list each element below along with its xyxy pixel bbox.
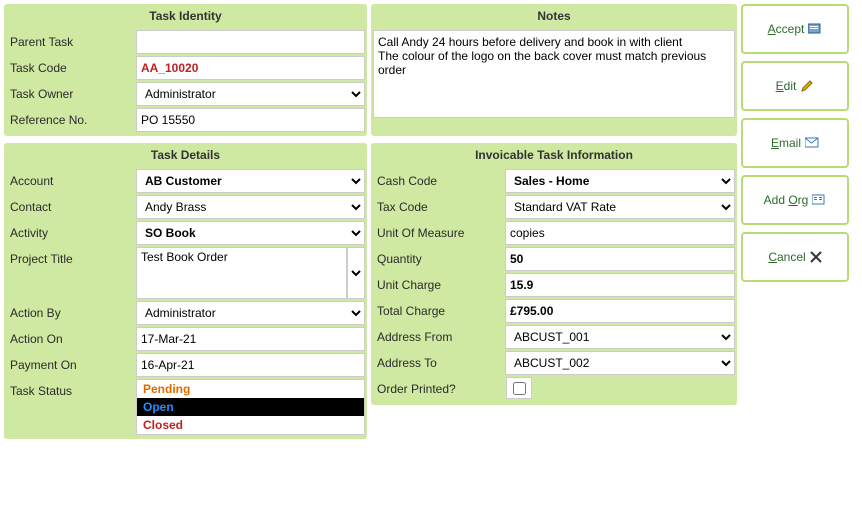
panel-title: Task Details	[4, 143, 367, 167]
task-status-list[interactable]: Pending Open Closed	[136, 379, 365, 435]
tax-code-select[interactable]: Standard VAT Rate	[505, 195, 735, 219]
action-sidebar: Accept Edit Email Add Org Cancel	[741, 4, 849, 282]
task-code-input[interactable]	[136, 56, 365, 80]
parent-task-input[interactable]	[136, 30, 365, 54]
action-by-select[interactable]: Administrator	[136, 301, 365, 325]
mail-icon	[805, 137, 819, 149]
reference-no-input[interactable]	[136, 108, 365, 132]
unit-charge-label: Unit Charge	[373, 273, 505, 297]
add-org-button[interactable]: Add Org	[741, 175, 849, 225]
notes-textarea[interactable]	[373, 30, 735, 118]
contact-label: Contact	[6, 195, 136, 219]
panel-title: Notes	[371, 4, 737, 28]
task-owner-label: Task Owner	[6, 82, 136, 106]
panel-task-details: Task Details Account AB Customer Contact…	[4, 143, 367, 439]
total-charge-input[interactable]	[505, 299, 735, 323]
accept-button[interactable]: Accept	[741, 4, 849, 54]
pencil-icon	[800, 79, 814, 93]
account-label: Account	[6, 169, 136, 193]
contact-select[interactable]: Andy Brass	[136, 195, 365, 219]
address-to-select[interactable]: ABCUST_002	[505, 351, 735, 375]
action-on-label: Action On	[6, 327, 136, 351]
accept-icon	[808, 23, 822, 35]
email-button[interactable]: Email	[741, 118, 849, 168]
tax-code-label: Tax Code	[373, 195, 505, 219]
main-form: Task Identity Parent Task Task Code Task…	[4, 4, 737, 446]
quantity-input[interactable]	[505, 247, 735, 271]
task-status-option-open[interactable]: Open	[136, 398, 365, 416]
order-printed-checkbox[interactable]	[513, 382, 526, 395]
task-code-label: Task Code	[6, 56, 136, 80]
cancel-button[interactable]: Cancel	[741, 232, 849, 282]
address-to-label: Address To	[373, 351, 505, 375]
action-on-input[interactable]	[136, 327, 365, 351]
address-from-select[interactable]: ABCUST_001	[505, 325, 735, 349]
address-from-label: Address From	[373, 325, 505, 349]
panel-title: Task Identity	[4, 4, 367, 28]
task-status-option-pending[interactable]: Pending	[136, 379, 365, 398]
panel-notes: Notes	[371, 4, 737, 136]
activity-select[interactable]: SO Book	[136, 221, 365, 245]
payment-on-input[interactable]	[136, 353, 365, 377]
action-by-label: Action By	[6, 301, 136, 325]
panel-invoicable: Invoicable Task Information Cash Code Sa…	[371, 143, 737, 405]
parent-task-label: Parent Task	[6, 30, 136, 54]
account-select[interactable]: AB Customer	[136, 169, 365, 193]
unit-charge-input[interactable]	[505, 273, 735, 297]
order-printed-label: Order Printed?	[373, 377, 505, 401]
project-title-input[interactable]	[136, 247, 347, 299]
org-icon	[812, 194, 826, 206]
uom-label: Unit Of Measure	[373, 221, 505, 245]
task-owner-select[interactable]: Administrator	[136, 82, 365, 106]
total-charge-label: Total Charge	[373, 299, 505, 323]
task-status-option-closed[interactable]: Closed	[136, 416, 365, 435]
project-title-picker[interactable]	[347, 247, 365, 299]
reference-no-label: Reference No.	[6, 108, 136, 132]
close-icon	[810, 251, 822, 263]
cash-code-select[interactable]: Sales - Home	[505, 169, 735, 193]
quantity-label: Quantity	[373, 247, 505, 271]
payment-on-label: Payment On	[6, 353, 136, 377]
activity-label: Activity	[6, 221, 136, 245]
cash-code-label: Cash Code	[373, 169, 505, 193]
project-title-label: Project Title	[6, 247, 136, 271]
panel-task-identity: Task Identity Parent Task Task Code Task…	[4, 4, 367, 136]
edit-button[interactable]: Edit	[741, 61, 849, 111]
task-status-label: Task Status	[6, 379, 136, 403]
uom-input[interactable]	[505, 221, 735, 245]
panel-title: Invoicable Task Information	[371, 143, 737, 167]
